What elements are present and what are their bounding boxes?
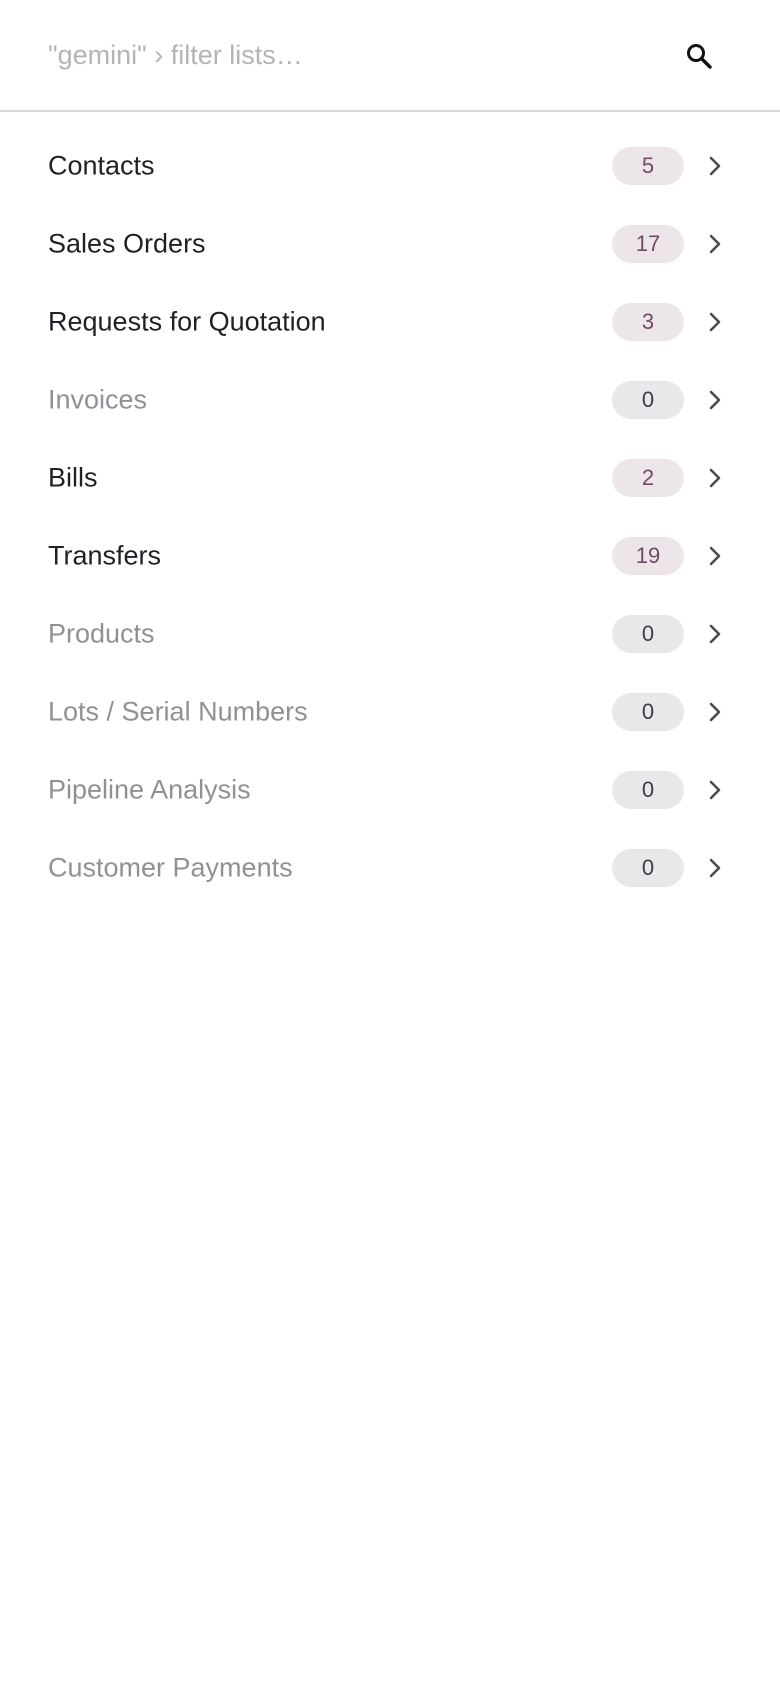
chevron-right-icon bbox=[704, 465, 726, 491]
chevron-right-icon bbox=[704, 309, 726, 335]
list-item[interactable]: Products 0 bbox=[0, 595, 780, 673]
list-item-label: Bills bbox=[48, 462, 98, 493]
chevron-right-icon bbox=[704, 387, 726, 413]
count-badge: 2 bbox=[612, 459, 684, 497]
count-badge: 0 bbox=[612, 771, 684, 809]
search-bar bbox=[0, 0, 780, 112]
list-item[interactable]: Contacts 5 bbox=[0, 127, 780, 205]
chevron-right-icon bbox=[704, 621, 726, 647]
list-item-label: Invoices bbox=[48, 384, 148, 415]
list-item[interactable]: Sales Orders 17 bbox=[0, 205, 780, 283]
count-badge: 0 bbox=[612, 849, 684, 887]
chevron-right-icon bbox=[704, 231, 726, 257]
search-input[interactable] bbox=[48, 34, 608, 76]
chevron-right-icon bbox=[704, 699, 726, 725]
list-item[interactable]: Pipeline Analysis 0 bbox=[0, 751, 780, 829]
list-item-label: Products bbox=[48, 618, 155, 649]
count-badge: 19 bbox=[612, 537, 684, 575]
list-item-label: Requests for Quotation bbox=[48, 306, 326, 337]
list-item-label: Customer Payments bbox=[48, 852, 293, 883]
list-item-label: Pipeline Analysis bbox=[48, 774, 251, 805]
list-item[interactable]: Requests for Quotation 3 bbox=[0, 283, 780, 361]
list-item[interactable]: Invoices 0 bbox=[0, 361, 780, 439]
count-badge: 0 bbox=[612, 615, 684, 653]
count-badge: 3 bbox=[612, 303, 684, 341]
count-badge: 0 bbox=[612, 693, 684, 731]
list-item[interactable]: Lots / Serial Numbers 0 bbox=[0, 673, 780, 751]
chevron-right-icon bbox=[704, 855, 726, 881]
list-item-label: Transfers bbox=[48, 540, 162, 571]
count-badge: 5 bbox=[612, 147, 684, 185]
list-item-label: Lots / Serial Numbers bbox=[48, 696, 308, 727]
chevron-right-icon bbox=[704, 543, 726, 569]
count-badge: 17 bbox=[612, 225, 684, 263]
list-item-label: Sales Orders bbox=[48, 228, 206, 259]
search-icon bbox=[687, 44, 712, 69]
list-item[interactable]: Bills 2 bbox=[0, 439, 780, 517]
list-item-label: Contacts bbox=[48, 150, 155, 181]
search-button[interactable] bbox=[677, 34, 721, 78]
list-item[interactable]: Customer Payments 0 bbox=[0, 829, 780, 907]
count-badge: 0 bbox=[612, 381, 684, 419]
chevron-right-icon bbox=[704, 777, 726, 803]
list-item[interactable]: Transfers 19 bbox=[0, 517, 780, 595]
chevron-right-icon bbox=[704, 153, 726, 179]
